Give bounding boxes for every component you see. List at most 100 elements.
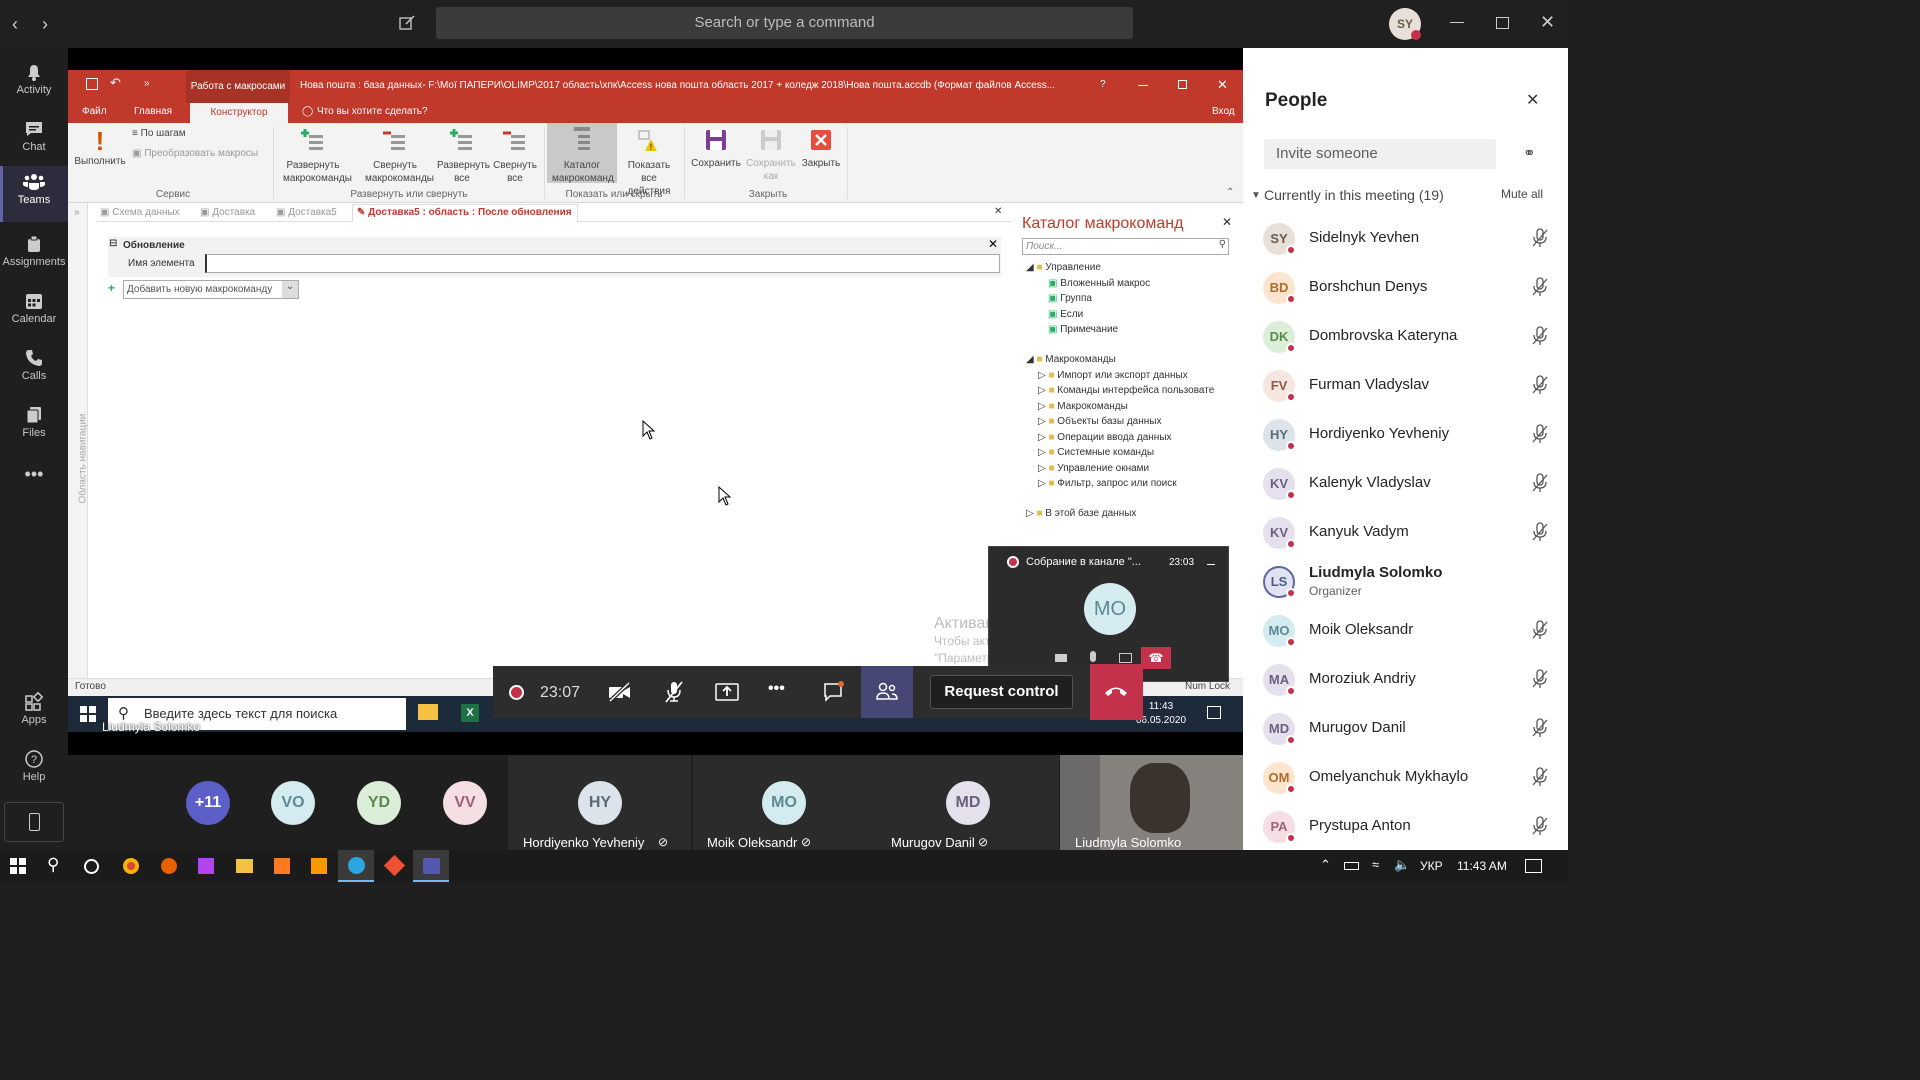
more-options-icon[interactable]: ••• bbox=[768, 680, 785, 698]
share-icon[interactable] bbox=[1119, 653, 1132, 663]
mic-icon[interactable] bbox=[1090, 651, 1096, 662]
minimize-icon[interactable] bbox=[1207, 564, 1215, 565]
run-button[interactable]: ! Выполнить bbox=[72, 127, 128, 168]
doc-tab-delivery5[interactable]: ▣ Доставка5 bbox=[276, 207, 337, 218]
mic-off-icon[interactable] bbox=[1531, 669, 1549, 689]
tree-item[interactable]: ▷ ■ Операции ввода данных bbox=[1038, 432, 1172, 443]
tree-item[interactable]: ▷ ■ Системные команды bbox=[1038, 447, 1154, 458]
sign-in-link[interactable]: Вход bbox=[1212, 106, 1235, 117]
restore-icon[interactable] bbox=[1178, 80, 1187, 89]
person-row[interactable]: MD Murugov Danil bbox=[1263, 704, 1563, 753]
person-row-organizer[interactable]: LS Liudmyla Solomko Organizer bbox=[1263, 557, 1563, 606]
collapse-actions-button[interactable]: Свернуть макрокоманды bbox=[356, 127, 434, 185]
phpstorm-icon[interactable] bbox=[198, 858, 214, 874]
tell-me-input[interactable]: Что вы хотите сделать? bbox=[317, 106, 428, 117]
tab-file[interactable]: Файл bbox=[82, 106, 107, 117]
participant-tile[interactable]: HY Hordiyenko Yevheniy ⊘ bbox=[508, 755, 691, 850]
close-catalog-icon[interactable]: ✕ bbox=[1222, 215, 1232, 229]
collapse-block-icon[interactable]: ⊟ bbox=[109, 238, 117, 249]
participants-button[interactable] bbox=[861, 666, 913, 718]
mic-off-icon[interactable] bbox=[1531, 718, 1549, 738]
camera-icon[interactable] bbox=[1055, 654, 1067, 662]
chrome-icon[interactable] bbox=[123, 858, 139, 874]
participant-tile[interactable]: MO Moik Oleksandr ⊘ bbox=[693, 755, 876, 850]
action-catalog-button[interactable]: Каталог макрокоманд bbox=[547, 123, 617, 184]
firefox-icon[interactable] bbox=[161, 858, 177, 874]
windows-start-icon[interactable] bbox=[10, 858, 26, 874]
person-row[interactable]: KV Kanyuk Vadym bbox=[1263, 508, 1563, 557]
participant-avatar[interactable]: YD bbox=[357, 781, 401, 825]
excel-icon[interactable]: X bbox=[461, 704, 479, 722]
request-control-button[interactable]: Request control bbox=[930, 675, 1073, 709]
tree-in-db-folder[interactable]: ▷ ■ В этой базе данных bbox=[1026, 508, 1136, 519]
tab-home[interactable]: Главная bbox=[134, 106, 172, 117]
chevron-down-icon[interactable]: ▼ bbox=[1251, 190, 1261, 201]
show-all-actions-button[interactable]: ! Показать все действия bbox=[618, 127, 680, 198]
git-icon[interactable] bbox=[383, 854, 406, 877]
person-row[interactable]: BD Borshchun Denys bbox=[1263, 263, 1563, 312]
person-row[interactable]: FV Furman Vladyslav bbox=[1263, 361, 1563, 410]
explorer-icon[interactable] bbox=[236, 859, 253, 873]
tree-item[interactable]: ▷ ■ Импорт или экспорт данных bbox=[1038, 370, 1242, 381]
tree-item[interactable]: ▷ ■ Макрокоманды bbox=[1038, 401, 1128, 412]
tree-item[interactable]: ▣ Группа bbox=[1048, 293, 1092, 304]
mini-meeting-window[interactable]: Собрание в канале "... 23:03 MO ☎ bbox=[988, 546, 1229, 682]
mic-off-icon[interactable] bbox=[1531, 522, 1549, 542]
undo-icon[interactable]: ↶ bbox=[110, 75, 121, 91]
telegram-taskbar-button[interactable] bbox=[338, 850, 374, 882]
person-row[interactable]: SY Sidelnyk Yevhen bbox=[1263, 214, 1563, 263]
expand-all-button[interactable]: Развернуть все bbox=[434, 127, 490, 185]
quick-access-more-icon[interactable]: » bbox=[144, 78, 150, 89]
close-doc-icon[interactable]: ✕ bbox=[994, 206, 1002, 217]
participant-avatar[interactable]: VV bbox=[443, 781, 487, 825]
overflow-participants[interactable]: +11 bbox=[186, 781, 230, 825]
mute-all-button[interactable]: Mute all bbox=[1501, 187, 1543, 201]
rail-files[interactable]: Files bbox=[0, 399, 68, 455]
hangup-button[interactable] bbox=[1090, 664, 1143, 720]
action-center-icon[interactable] bbox=[1525, 859, 1542, 873]
person-row[interactable]: HY Hordiyenko Yevheniy bbox=[1263, 410, 1563, 459]
xampp-icon[interactable] bbox=[274, 858, 290, 874]
expand-actions-button[interactable]: Развернуть макрокоманды bbox=[276, 127, 352, 185]
search-icon[interactable]: ⚲ bbox=[1219, 239, 1226, 250]
minimize-icon[interactable] bbox=[1138, 85, 1148, 86]
mic-off-icon[interactable] bbox=[1531, 375, 1549, 395]
expand-nav-icon[interactable]: » bbox=[74, 207, 80, 218]
chat-icon[interactable] bbox=[823, 681, 845, 703]
close-macro-button[interactable]: Закрыть bbox=[794, 127, 848, 170]
mic-off-icon[interactable] bbox=[1531, 277, 1549, 297]
search-input[interactable]: Search or type a command bbox=[436, 7, 1133, 39]
rail-activity[interactable]: Activity bbox=[0, 56, 68, 112]
tree-item[interactable]: ▣ Если bbox=[1048, 309, 1083, 320]
rail-help[interactable]: ? Help bbox=[0, 743, 68, 799]
mic-off-icon[interactable] bbox=[1531, 473, 1549, 493]
back-arrow-icon[interactable]: ‹ bbox=[12, 14, 18, 35]
rail-assignments[interactable]: Assignments bbox=[0, 228, 68, 284]
volume-icon[interactable]: 🔈 bbox=[1394, 857, 1410, 873]
tree-control-folder[interactable]: ◢ ■ Управление bbox=[1026, 262, 1101, 273]
notification-icon[interactable] bbox=[1207, 706, 1221, 719]
taskbar-clock[interactable]: 11:43 AM bbox=[1457, 859, 1507, 873]
more-apps-icon[interactable]: ••• bbox=[0, 464, 68, 520]
video-tile[interactable]: Liudmyla Solomko bbox=[1060, 755, 1243, 850]
item-name-input[interactable] bbox=[205, 254, 1000, 273]
mic-off-icon[interactable] bbox=[1531, 767, 1549, 787]
cortana-icon[interactable] bbox=[84, 859, 99, 874]
restore-icon[interactable] bbox=[1496, 17, 1509, 29]
mic-off-icon[interactable] bbox=[1531, 816, 1549, 836]
participant-tile[interactable]: MD Murugov Danil ⊘ bbox=[876, 755, 1059, 850]
remove-block-icon[interactable]: ✕ bbox=[988, 237, 998, 251]
mic-off-icon[interactable] bbox=[663, 680, 685, 704]
tree-item[interactable]: ▷ ■ Объекты базы данных bbox=[1038, 416, 1161, 427]
teams-taskbar-button[interactable] bbox=[413, 850, 449, 882]
tree-item[interactable]: ▣ Вложенный макрос bbox=[1048, 278, 1150, 289]
camera-off-icon[interactable] bbox=[607, 682, 633, 702]
invite-input[interactable]: Invite someone bbox=[1264, 139, 1496, 169]
add-action-dropdown[interactable]: Добавить новую макрокоманду ⌄ bbox=[123, 280, 299, 299]
person-row[interactable]: PA Prystupa Anton bbox=[1263, 802, 1563, 851]
rail-teams[interactable]: Teams bbox=[0, 166, 68, 222]
tree-item[interactable]: ▷ ■ Управление окнами bbox=[1038, 463, 1149, 474]
device-icon[interactable] bbox=[4, 802, 64, 842]
single-step-button[interactable]: ≡ По шагам bbox=[132, 127, 186, 140]
tab-designer[interactable]: Конструктор bbox=[190, 103, 288, 123]
